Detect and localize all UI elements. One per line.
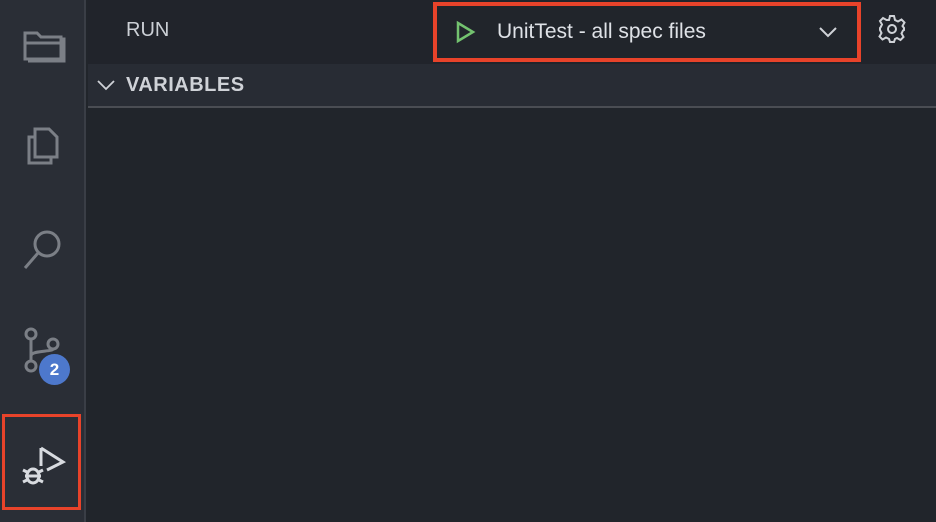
source-control-badge: 2 bbox=[39, 354, 70, 385]
source-control-button[interactable] bbox=[0, 305, 86, 395]
chevron-down-icon bbox=[819, 27, 837, 38]
panel-title: RUN bbox=[126, 19, 170, 41]
run-toolbar: RUN UnitTest - all spec files bbox=[88, 0, 936, 64]
search-icon bbox=[23, 230, 61, 269]
variables-section-header[interactable]: VARIABLES bbox=[88, 64, 936, 108]
search-button[interactable] bbox=[0, 205, 86, 295]
highlight-box bbox=[2, 414, 81, 510]
chevron-down-icon bbox=[97, 80, 115, 91]
explorer-button[interactable] bbox=[0, 0, 86, 90]
variables-panel bbox=[88, 110, 936, 522]
files-button[interactable] bbox=[0, 100, 86, 190]
gear-icon[interactable] bbox=[876, 13, 908, 45]
play-icon[interactable] bbox=[453, 20, 477, 44]
config-selected-label: UnitTest - all spec files bbox=[497, 20, 706, 43]
activity-bar: 2 bbox=[0, 0, 86, 522]
copy-icon bbox=[27, 127, 59, 165]
folder-icon bbox=[23, 31, 66, 63]
launch-config-dropdown[interactable]: UnitTest - all spec files bbox=[433, 2, 861, 62]
variables-label: VARIABLES bbox=[126, 73, 245, 96]
